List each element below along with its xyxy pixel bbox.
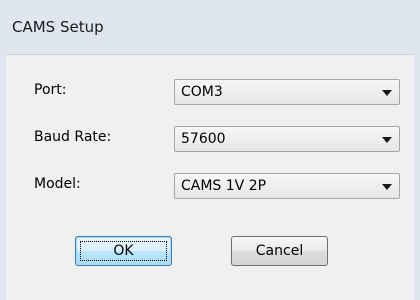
chevron-down-icon (382, 137, 392, 143)
baud-rate-select[interactable]: 57600 (174, 126, 400, 152)
port-label: Port: (34, 82, 67, 98)
model-select-value: CAMS 1V 2P (181, 178, 267, 194)
chevron-down-icon (382, 184, 392, 190)
title-bar[interactable]: CAMS Setup (0, 0, 420, 54)
baud-rate-select-value: 57600 (181, 131, 226, 147)
ok-button[interactable]: OK (75, 236, 172, 266)
cams-setup-dialog: CAMS Setup Port: COM3 Baud Rate: 57600 M… (0, 0, 420, 300)
model-select[interactable]: CAMS 1V 2P (174, 173, 400, 199)
port-select[interactable]: COM3 (174, 79, 400, 105)
cancel-button[interactable]: Cancel (231, 236, 328, 266)
cancel-button-label: Cancel (255, 243, 304, 259)
model-label: Model: (34, 176, 81, 192)
window-frame-right (414, 54, 420, 300)
baud-rate-label: Baud Rate: (34, 129, 112, 145)
window-title: CAMS Setup (12, 18, 104, 36)
dialog-client-area: Port: COM3 Baud Rate: 57600 Model: CAMS … (6, 54, 414, 300)
ok-button-label: OK (113, 243, 134, 259)
chevron-down-icon (382, 90, 392, 96)
port-select-value: COM3 (181, 84, 223, 100)
